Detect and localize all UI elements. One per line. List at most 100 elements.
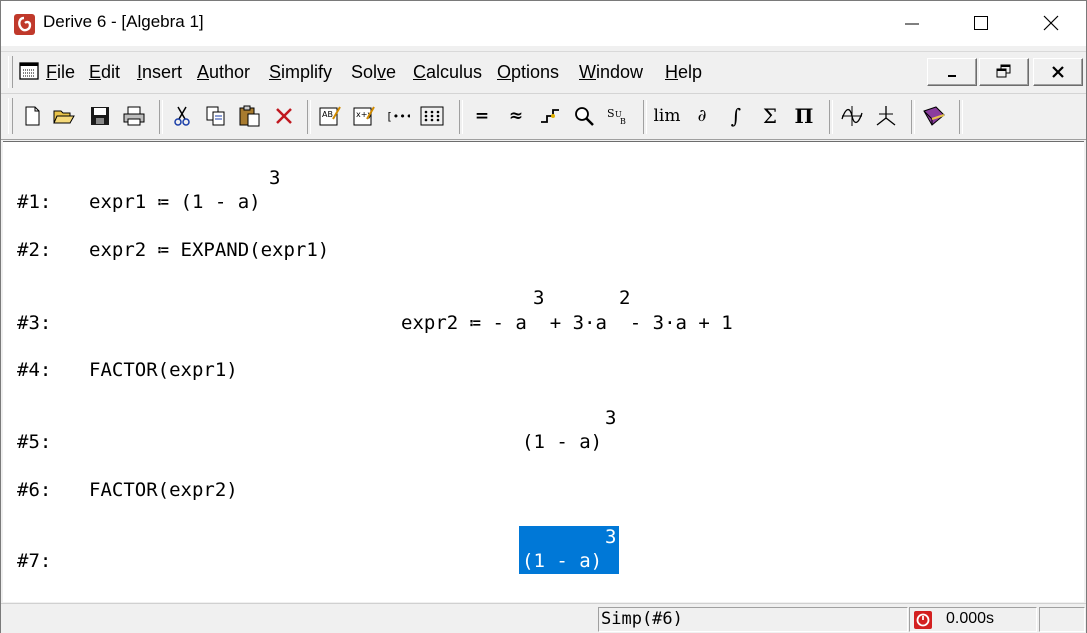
algebra-window[interactable]: #1: expr1 ≔ (1 - a) 3 #2: expr2 ≔ EXPAND… — [3, 141, 1084, 602]
vector-brackets-icon: [•••] — [386, 110, 410, 123]
delete-x-icon — [276, 108, 292, 124]
derivative-button[interactable]: ∂ — [689, 103, 715, 129]
toolbar-separator — [159, 100, 163, 134]
pi-product-icon: Π — [794, 104, 814, 128]
menu-author[interactable]: Author — [197, 62, 250, 83]
exponent: 3 — [605, 526, 617, 548]
toolbar-separator — [829, 100, 833, 134]
menu-insert[interactable]: Insert — [137, 62, 182, 83]
product-button[interactable]: Π — [791, 103, 817, 129]
derive-app-icon[interactable] — [14, 14, 35, 35]
menu-solve[interactable]: Solve — [351, 62, 396, 83]
stop-timer-icon[interactable] — [914, 611, 932, 629]
exponent: 3 — [533, 287, 545, 309]
menu-calculus[interactable]: Calculus — [413, 62, 482, 83]
minimize-icon — [905, 23, 919, 25]
menu-help[interactable]: Help — [665, 62, 702, 83]
svg-text:AB: AB — [322, 110, 333, 119]
2d-plot-button[interactable] — [839, 103, 865, 129]
expression-3[interactable]: expr2 ≔ - a + 3·a - 3·a + 1 — [401, 312, 733, 334]
expression-1[interactable]: expr1 ≔ (1 - a) — [89, 191, 261, 213]
expression-4[interactable]: FACTOR(expr1) — [89, 359, 238, 381]
toolbar-separator — [959, 100, 963, 134]
print-button[interactable] — [121, 103, 147, 129]
cut-button[interactable] — [169, 103, 195, 129]
svg-text:[•••]: [•••] — [386, 110, 410, 123]
open-button[interactable] — [51, 103, 77, 129]
integral-icon: ∫ — [730, 104, 742, 128]
author-vector-button[interactable]: [•••] — [385, 103, 411, 129]
toolbar-grip — [8, 98, 13, 134]
child-minimize-button[interactable] — [927, 58, 977, 86]
menu-edit[interactable]: Edit — [89, 62, 120, 83]
status-empty-panel — [1039, 607, 1085, 632]
sum-button[interactable]: Σ — [757, 103, 783, 129]
document-window-icon[interactable] — [18, 60, 40, 82]
menu-file[interactable]: File — [46, 62, 75, 83]
svg-text:S: S — [607, 107, 615, 120]
expression-6[interactable]: FACTOR(expr2) — [89, 479, 238, 501]
3d-plot-button[interactable] — [873, 103, 899, 129]
menu-window[interactable]: Window — [579, 62, 643, 83]
substitute-button[interactable]: SUB — [605, 103, 631, 129]
toolbar-separator — [643, 100, 647, 134]
toolbar-separator — [307, 100, 311, 134]
limit-button[interactable]: lim — [653, 103, 681, 129]
child-close-button[interactable] — [1033, 58, 1083, 86]
maximize-button[interactable] — [958, 1, 1004, 46]
find-button[interactable] — [571, 103, 597, 129]
new-file-icon — [25, 106, 40, 126]
2d-plot-icon — [841, 106, 863, 126]
toolbar-separator — [459, 100, 463, 134]
exponent: 3 — [605, 407, 617, 429]
status-bar: Simp(#6) 0.000s — [1, 603, 1086, 633]
author-text-button[interactable]: AB — [317, 103, 343, 129]
text-object-icon: AB — [319, 106, 341, 126]
minimize-icon — [948, 75, 956, 77]
child-restore-button[interactable] — [979, 58, 1029, 86]
expression-7-selected[interactable]: (1 - a) — [522, 550, 602, 572]
help-book-button[interactable] — [921, 103, 947, 129]
copy-icon — [206, 106, 225, 126]
scissors-icon — [174, 106, 190, 126]
partial-icon: ∂ — [697, 106, 707, 126]
copy-button[interactable] — [203, 103, 229, 129]
derive-window: Derive 6 - [Algebra 1] File Edit Insert … — [0, 0, 1087, 633]
close-button[interactable] — [1028, 1, 1074, 46]
author-expression-button[interactable]: x+y — [351, 103, 377, 129]
toolbar: AB x+y [•••] = ≈ SUB lim ∂ ∫ Σ Π — [1, 93, 1086, 140]
integral-button[interactable]: ∫ — [723, 103, 749, 129]
expression-5[interactable]: (1 - a) — [522, 431, 602, 453]
menu-simplify[interactable]: Simplify — [269, 62, 332, 83]
expression-2[interactable]: expr2 ≔ EXPAND(expr1) — [89, 239, 329, 261]
restore-icon — [996, 64, 1011, 78]
expression-label: #7: — [17, 550, 52, 572]
title-bar[interactable]: Derive 6 - [Algebra 1] — [1, 1, 1086, 46]
new-button[interactable] — [19, 103, 45, 129]
paste-button[interactable] — [237, 103, 263, 129]
save-button[interactable] — [87, 103, 113, 129]
expression-label: #4: — [17, 359, 52, 381]
help-book-icon — [923, 106, 945, 126]
svg-text:B: B — [620, 117, 626, 126]
equals-icon: = — [474, 106, 490, 126]
sigma-icon: Σ — [762, 104, 778, 128]
menu-options[interactable]: Options — [497, 62, 559, 83]
printer-icon — [123, 106, 145, 126]
matrix-grid-icon — [420, 106, 444, 126]
limit-icon: lim — [653, 106, 681, 126]
expression-edit-icon: x+y — [353, 106, 375, 126]
exponent: 2 — [619, 287, 631, 309]
solve-step-icon — [541, 109, 559, 123]
simplify-button[interactable]: = — [469, 103, 495, 129]
minimize-button[interactable] — [889, 1, 935, 46]
exponent: 3 — [269, 167, 281, 189]
solve-button[interactable] — [537, 103, 563, 129]
window-title: Derive 6 - [Algebra 1] — [43, 12, 204, 31]
delete-button[interactable] — [271, 103, 297, 129]
menu-bar: File Edit Insert Author Simplify Solve C… — [1, 51, 1086, 92]
open-folder-icon — [53, 110, 75, 124]
author-matrix-button[interactable] — [419, 103, 445, 129]
approximate-button[interactable]: ≈ — [503, 103, 529, 129]
menu-grip — [8, 56, 13, 88]
